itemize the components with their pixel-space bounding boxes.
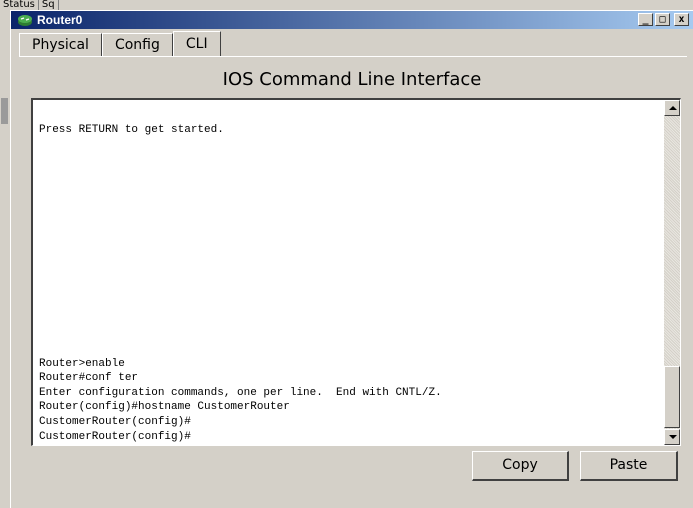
paste-button[interactable]: Paste: [580, 451, 678, 481]
background-scroll-mark: [1, 98, 8, 124]
arrow-down-icon: [669, 435, 677, 439]
tab-physical[interactable]: Physical: [19, 33, 102, 57]
scrollbar-thumb[interactable]: [664, 366, 680, 428]
arrow-up-icon: [669, 106, 677, 110]
scroll-up-button[interactable]: [664, 100, 680, 116]
minimize-button[interactable]: _: [638, 13, 653, 26]
background-tab-sq[interactable]: Sq: [39, 0, 59, 10]
background-tab-strip: Status Sq: [0, 0, 120, 10]
copy-button[interactable]: Copy: [472, 451, 569, 481]
window-controls: _ □ x: [638, 13, 689, 26]
title-bar[interactable]: Router0 _ □ x: [11, 11, 693, 29]
terminal-line: CustomerRouter(config)#: [39, 431, 191, 443]
terminal-line: Router#conf ter: [39, 372, 139, 384]
terminal-line: Router(config)#hostname CustomerRouter: [39, 401, 290, 413]
panel-heading: IOS Command Line Interface: [222, 69, 482, 90]
router-window: Router0 _ □ x Physical Config CLI IOS Co…: [10, 10, 693, 508]
terminal-scrollbar[interactable]: [664, 100, 680, 445]
tab-divider: [19, 56, 687, 57]
background-tab-status[interactable]: Status: [0, 0, 39, 10]
terminal-line: Router>enable: [39, 358, 125, 370]
terminal-output[interactable]: Press RETURN to get started. Router>enab…: [39, 100, 658, 445]
close-button[interactable]: x: [674, 13, 689, 26]
terminal-line: CustomerRouter(config)#: [39, 416, 191, 428]
window-title: Router0: [37, 13, 83, 27]
tab-bar: Physical Config CLI: [19, 31, 221, 57]
terminal-line: Press RETURN to get started.: [39, 124, 224, 136]
tab-cli[interactable]: CLI: [172, 31, 221, 57]
tab-config[interactable]: Config: [101, 33, 173, 57]
maximize-button[interactable]: □: [655, 13, 670, 26]
terminal-line: Enter configuration commands, one per li…: [39, 387, 442, 399]
router-icon: [18, 15, 32, 26]
scroll-down-button[interactable]: [664, 429, 680, 445]
cli-terminal[interactable]: Press RETURN to get started. Router>enab…: [31, 98, 681, 446]
